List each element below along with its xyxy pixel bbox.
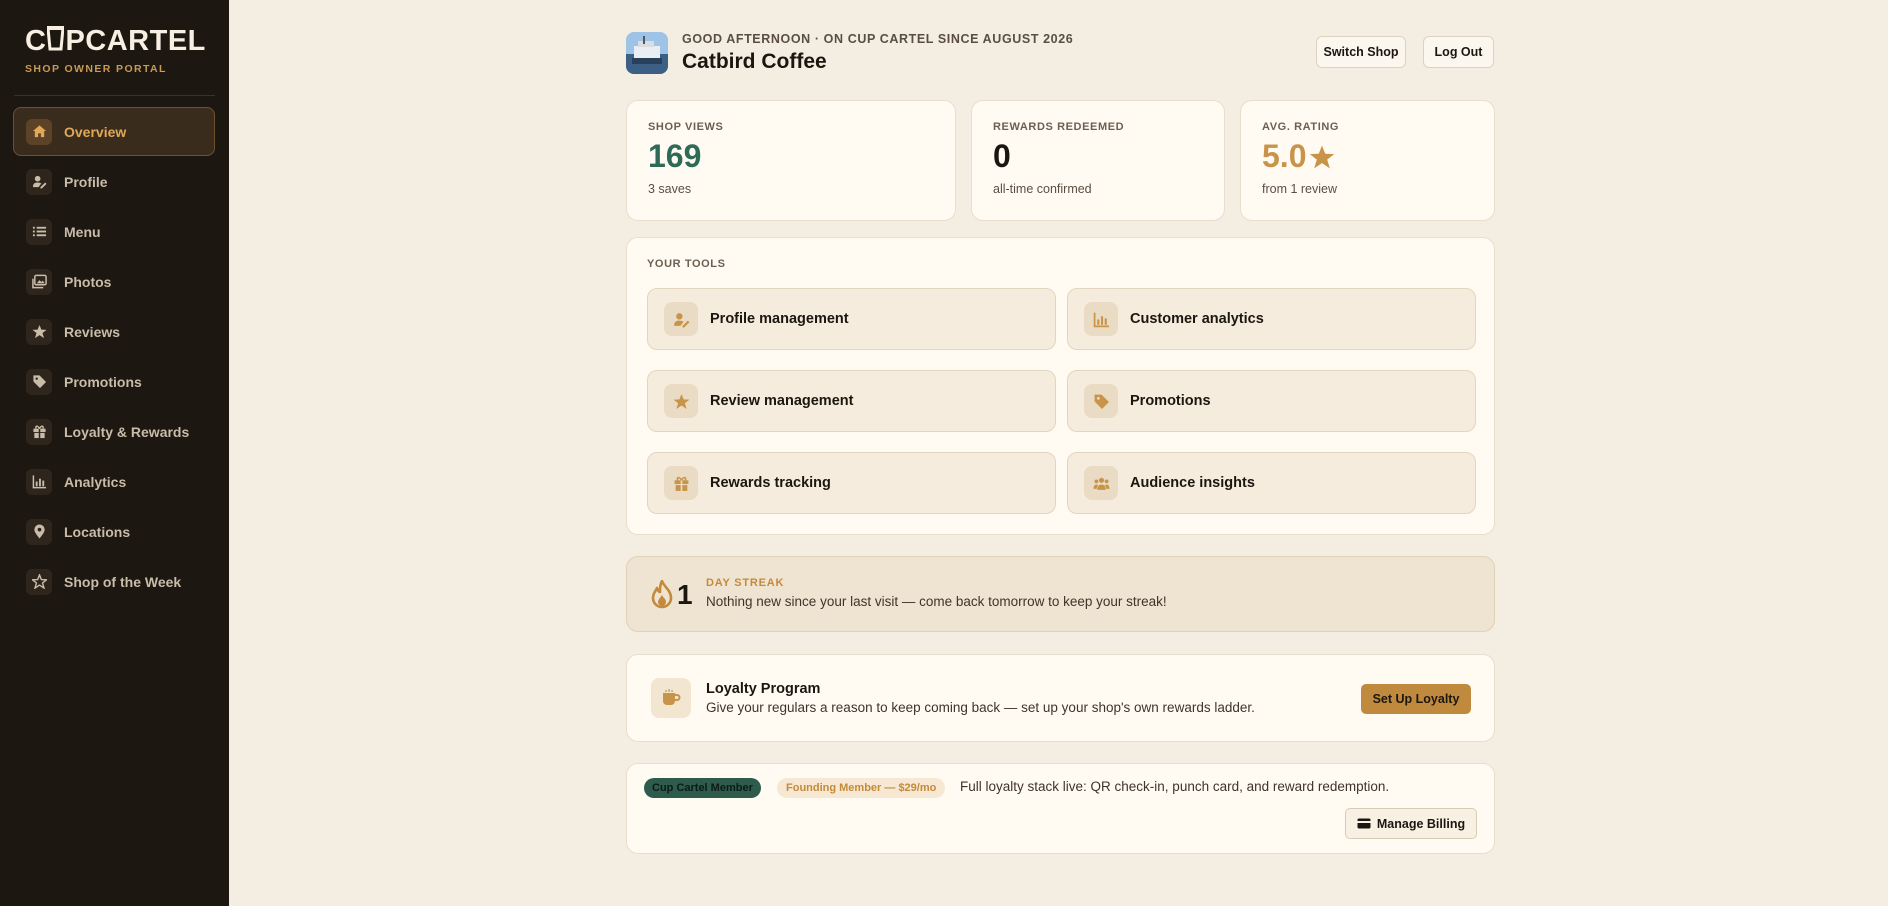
stat-label: SHOP VIEWS xyxy=(648,121,724,133)
logo-text-start: C xyxy=(25,24,47,57)
user-edit-icon xyxy=(26,168,52,195)
tool-profile-management[interactable]: Profile management xyxy=(647,288,1056,350)
tag-icon xyxy=(1084,384,1118,418)
gift-icon xyxy=(664,466,698,500)
stat-value: 169 xyxy=(648,138,702,174)
sidebar-item-profile[interactable]: Profile xyxy=(13,157,215,206)
rating-value-row: 5.0 xyxy=(1262,138,1473,174)
membership-description: Full loyalty stack live: QR check-in, pu… xyxy=(960,779,1390,794)
streak-message: Nothing new since your last visit — come… xyxy=(706,594,1167,609)
sidebar-item-locations[interactable]: Locations xyxy=(13,507,215,556)
star-icon xyxy=(664,384,698,418)
sidebar-nav: Overview Profile Menu Photos Reviews Pro… xyxy=(13,107,215,607)
tool-label: Audience insights xyxy=(1130,475,1255,491)
credit-card-icon xyxy=(1357,818,1377,829)
membership-card: Cup Cartel Member Founding Member — $29/… xyxy=(626,763,1495,854)
list-icon xyxy=(26,218,52,245)
chart-icon xyxy=(26,468,52,495)
sidebar-item-menu[interactable]: Menu xyxy=(13,207,215,256)
sidebar-item-shop-of-the-week[interactable]: Shop of the Week xyxy=(13,557,215,606)
tool-label: Review management xyxy=(710,393,854,409)
loyalty-description: Give your regulars a reason to keep comi… xyxy=(706,700,1255,715)
log-out-button[interactable]: Log Out xyxy=(1423,36,1494,68)
brand: C PCARTEL SHOP OWNER PORTAL xyxy=(25,25,206,75)
stat-card-shop-views: SHOP VIEWS 169 3 saves xyxy=(626,100,956,221)
sidebar-item-analytics[interactable]: Analytics xyxy=(13,457,215,506)
map-pin-icon xyxy=(26,518,52,545)
stat-value: 5.0 xyxy=(1262,138,1307,174)
sidebar-item-label: Shop of the Week xyxy=(64,573,182,590)
cup-logo-icon xyxy=(46,25,66,57)
tool-customer-analytics[interactable]: Customer analytics xyxy=(1067,288,1476,350)
loyalty-program-card: Loyalty Program Give your regulars a rea… xyxy=(626,654,1495,742)
sidebar-item-label: Analytics xyxy=(64,473,127,490)
founding-member-badge: Founding Member — $29/mo xyxy=(777,778,946,798)
images-icon xyxy=(26,268,52,295)
tag-icon xyxy=(26,368,52,395)
tool-review-management[interactable]: Review management xyxy=(647,370,1056,432)
star-icon xyxy=(26,318,52,345)
loyalty-title: Loyalty Program xyxy=(706,681,821,697)
chart-icon xyxy=(1084,302,1118,336)
user-edit-icon xyxy=(664,302,698,336)
page-header: GOOD AFTERNOON · ON CUP CARTEL SINCE AUG… xyxy=(626,32,1495,76)
stat-card-rewards-redeemed: REWARDS REDEEMED 0 all-time confirmed xyxy=(971,100,1225,221)
member-badge: Cup Cartel Member xyxy=(644,778,761,798)
set-up-loyalty-button[interactable]: Set Up Loyalty xyxy=(1361,684,1471,714)
sidebar-item-label: Promotions xyxy=(64,373,142,390)
tool-audience-insights[interactable]: Audience insights xyxy=(1067,452,1476,514)
manage-billing-button[interactable]: Manage Billing xyxy=(1345,808,1477,839)
stat-label: AVG. RATING xyxy=(1262,121,1340,133)
stat-subtext: from 1 review xyxy=(1262,182,1338,197)
logo[interactable]: C PCARTEL xyxy=(25,25,206,57)
stat-value: 0 xyxy=(993,138,1011,174)
streak-title: DAY STREAK xyxy=(706,577,785,589)
manage-billing-label: Manage Billing xyxy=(1376,816,1466,831)
stat-label: REWARDS REDEEMED xyxy=(993,121,1125,133)
tool-label: Profile management xyxy=(710,311,849,327)
sidebar-item-label: Reviews xyxy=(64,323,121,340)
sidebar-item-loyalty-rewards[interactable]: Loyalty & Rewards xyxy=(13,407,215,456)
sidebar-item-overview[interactable]: Overview xyxy=(13,107,215,156)
users-icon xyxy=(1084,466,1118,500)
sidebar-item-label: Loyalty & Rewards xyxy=(64,423,190,440)
award-star-icon xyxy=(26,568,52,595)
sidebar-item-label: Menu xyxy=(64,223,101,240)
sidebar-item-photos[interactable]: Photos xyxy=(13,257,215,306)
home-icon xyxy=(26,118,52,145)
shop-avatar[interactable] xyxy=(626,32,668,74)
sidebar-item-label: Profile xyxy=(64,173,108,190)
sidebar: C PCARTEL SHOP OWNER PORTAL Overview Pro… xyxy=(0,0,229,906)
day-streak-banner: 1 DAY STREAK Nothing new since your last… xyxy=(626,556,1495,632)
stat-subtext: 3 saves xyxy=(648,182,692,197)
sidebar-item-label: Photos xyxy=(64,273,112,290)
sidebar-item-label: Overview xyxy=(64,123,127,140)
logo-text-end: PCARTEL xyxy=(65,24,206,57)
sidebar-divider xyxy=(14,95,215,96)
portal-subtitle: SHOP OWNER PORTAL xyxy=(25,63,167,75)
rating-star-icon xyxy=(1309,144,1335,170)
tools-title: YOUR TOOLS xyxy=(647,258,726,270)
tool-label: Customer analytics xyxy=(1130,311,1264,327)
flame-icon xyxy=(650,579,674,615)
sidebar-item-label: Locations xyxy=(64,523,131,540)
greeting-text: GOOD AFTERNOON · ON CUP CARTEL SINCE AUG… xyxy=(682,32,1074,46)
tools-card: YOUR TOOLS Profile management Customer a… xyxy=(626,237,1495,535)
tool-rewards-tracking[interactable]: Rewards tracking xyxy=(647,452,1056,514)
stat-subtext: all-time confirmed xyxy=(993,182,1092,197)
gift-icon xyxy=(26,418,52,445)
shop-name: Catbird Coffee xyxy=(682,50,827,73)
streak-count: 1 xyxy=(677,579,693,610)
sidebar-item-reviews[interactable]: Reviews xyxy=(13,307,215,356)
stat-card-avg-rating: AVG. RATING 5.0 from 1 review xyxy=(1240,100,1495,221)
tool-label: Promotions xyxy=(1130,393,1211,409)
coffee-cup-icon xyxy=(651,678,691,718)
switch-shop-button[interactable]: Switch Shop xyxy=(1316,36,1406,68)
sidebar-item-promotions[interactable]: Promotions xyxy=(13,357,215,406)
tool-label: Rewards tracking xyxy=(710,475,831,491)
tool-promotions[interactable]: Promotions xyxy=(1067,370,1476,432)
